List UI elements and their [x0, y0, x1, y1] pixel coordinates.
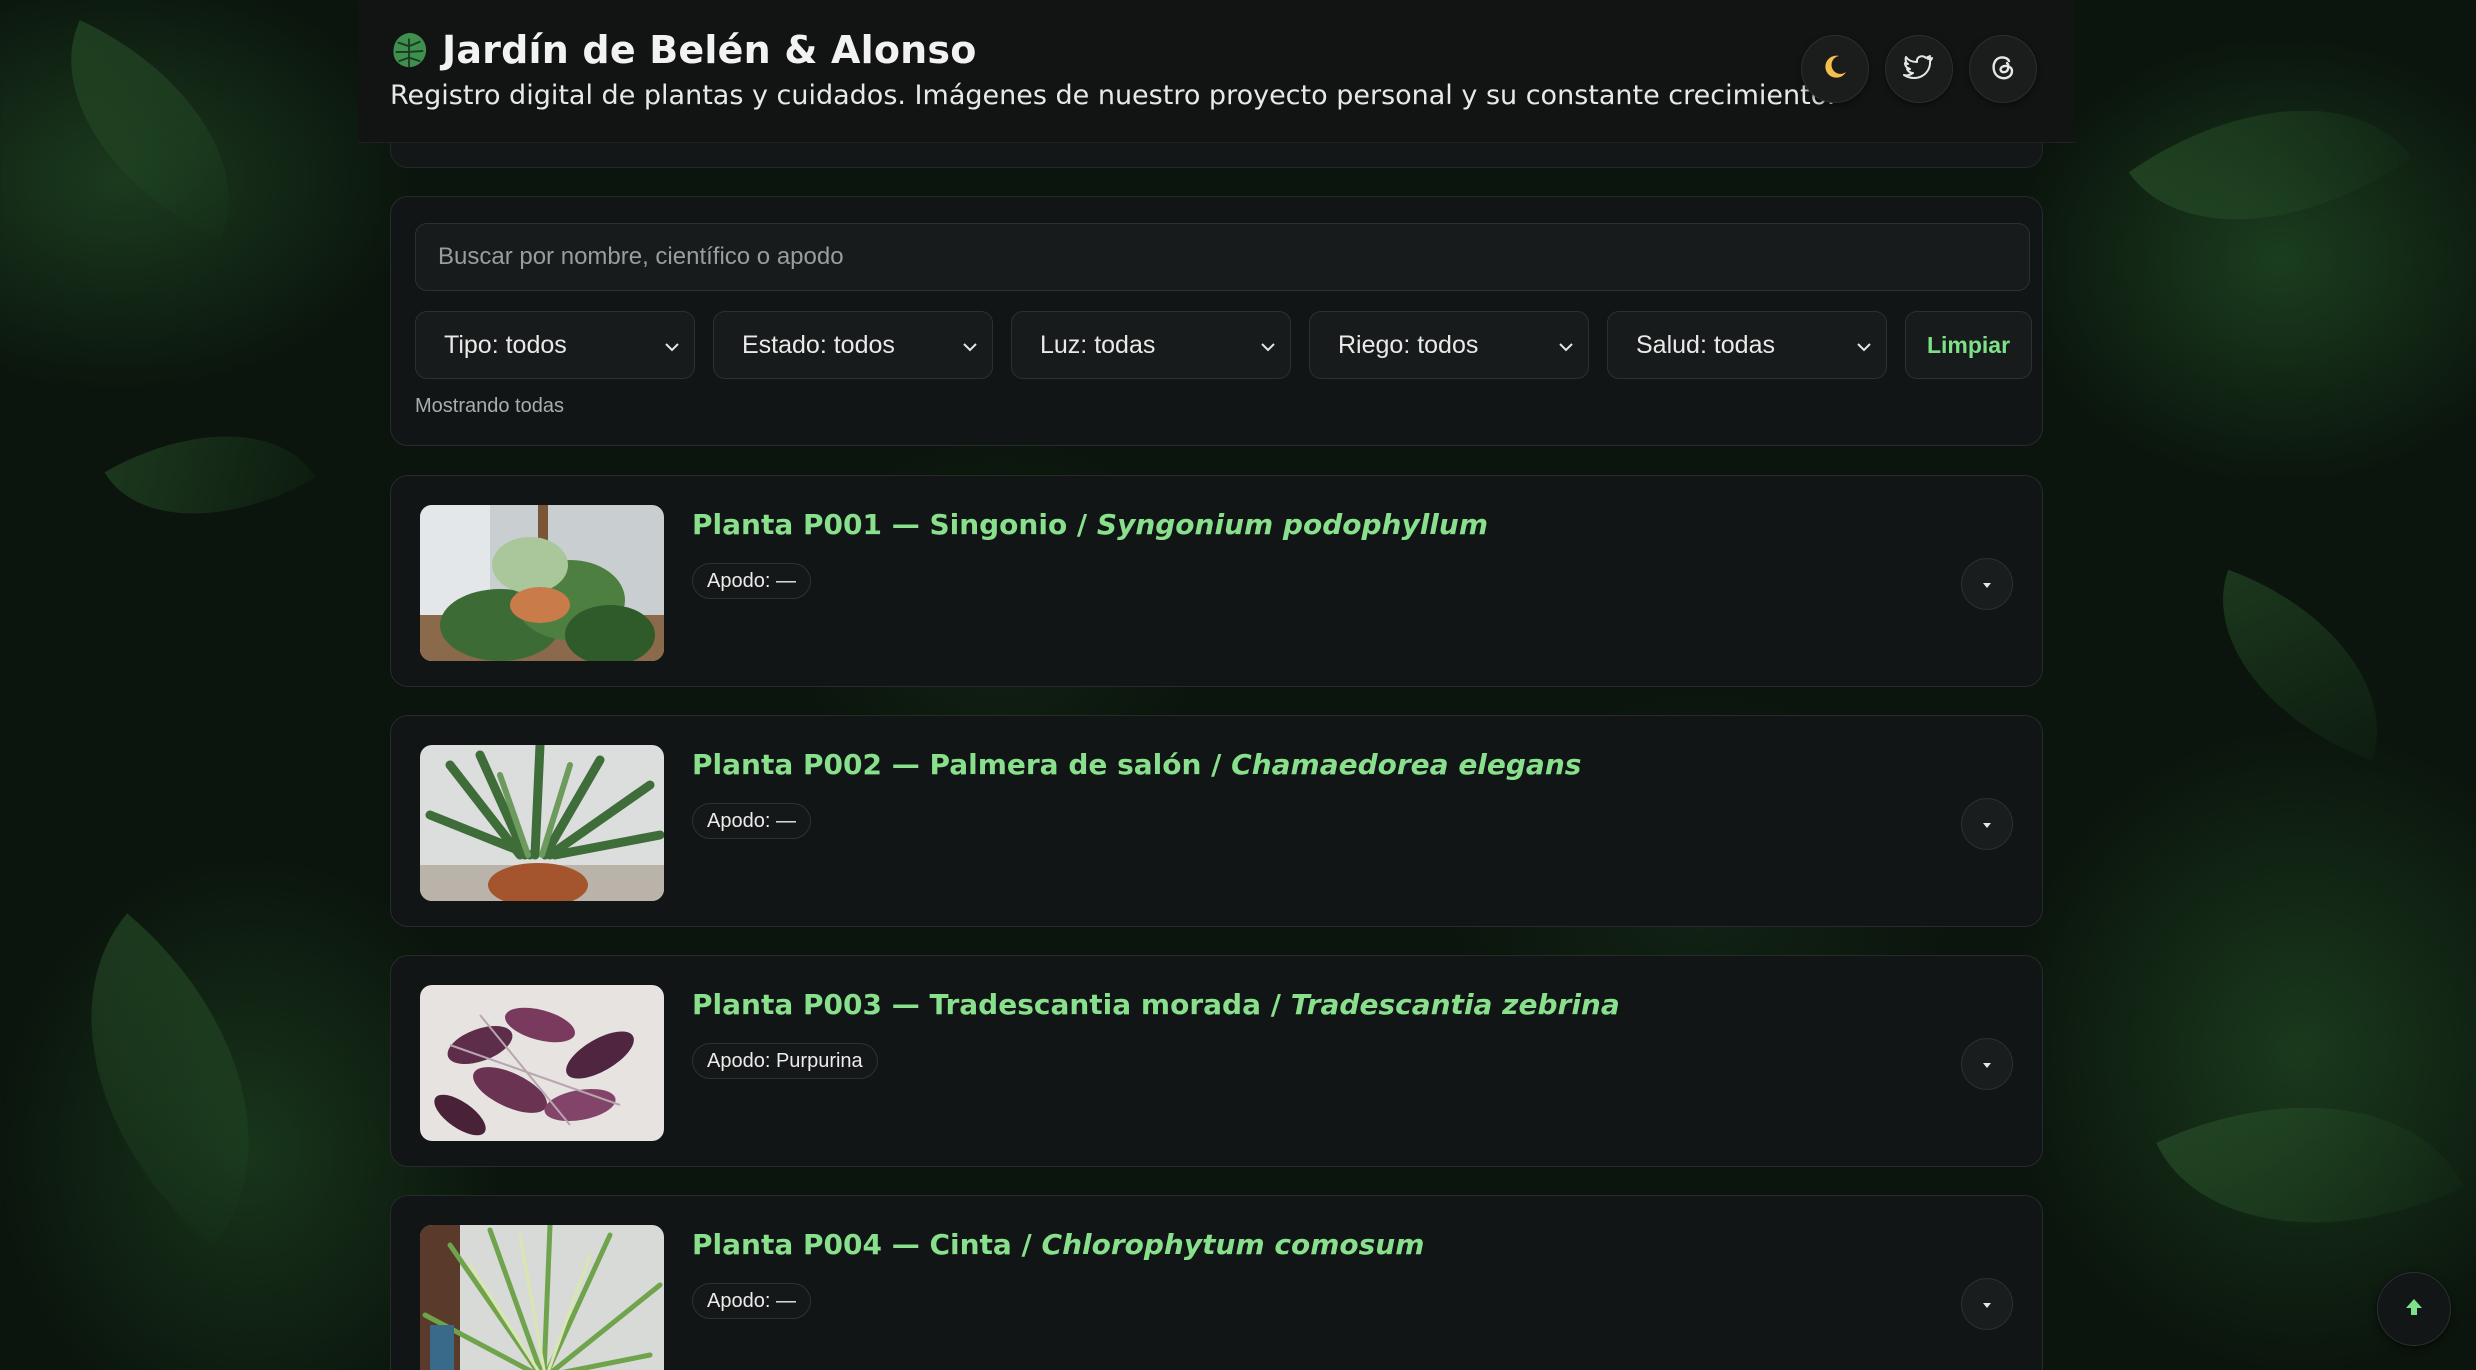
chevron-down-icon: [1558, 331, 1574, 360]
scroll-to-top-button[interactable]: [2377, 1272, 2451, 1346]
caret-down-icon: [1980, 815, 1994, 834]
filter-watering-select[interactable]: Riego: todos: [1309, 311, 1589, 379]
threads-icon: [1988, 52, 2018, 86]
select-label: Salud: todas: [1636, 330, 1775, 359]
threads-button[interactable]: [1969, 35, 2037, 103]
select-label: Riego: todos: [1338, 330, 1479, 359]
search-input[interactable]: [415, 223, 2030, 291]
filter-panel: Tipo: todos Estado: todos Luz: todas Rie…: [390, 196, 2043, 446]
plant-photo: [420, 985, 664, 1141]
plant-photo: [420, 505, 664, 661]
chevron-down-icon: [962, 331, 978, 360]
plant-title: Planta P001 — Singonio / Syngonium podop…: [692, 508, 1488, 541]
twitter-icon: [1903, 52, 1935, 86]
plant-name: Planta P001 — Singonio /: [692, 508, 1097, 541]
plant-title: Planta P003 — Tradescantia morada / Trad…: [692, 988, 1620, 1021]
caret-down-icon: [1980, 1295, 1994, 1314]
background-leaf: [104, 382, 316, 568]
plant-scientific-name: Tradescantia zebrina: [1290, 988, 1620, 1021]
background-leaf: [2183, 569, 2417, 761]
nickname-chip: Apodo: Purpurina: [692, 1043, 878, 1079]
header-actions: [1801, 35, 2037, 103]
caret-down-icon: [1980, 575, 1994, 594]
filter-selects: Tipo: todos Estado: todos Luz: todas Rie…: [415, 311, 2032, 379]
chevron-down-icon: [1260, 331, 1276, 360]
plant-card[interactable]: Planta P002 — Palmera de salón / Chamaed…: [390, 715, 2043, 927]
theme-toggle-button[interactable]: [1801, 35, 1869, 103]
background-leaf: [2128, 34, 2412, 296]
clear-filters-button[interactable]: Limpiar: [1905, 311, 2032, 379]
expand-button[interactable]: [1961, 1278, 2013, 1330]
filter-status-select[interactable]: Estado: todos: [713, 311, 993, 379]
moon-icon: [1820, 52, 1850, 86]
plant-scientific-name: Syngonium podophyllum: [1096, 508, 1489, 541]
plant-name: Planta P004 — Cinta /: [692, 1228, 1042, 1261]
plant-photo: [420, 745, 664, 901]
filter-light-select[interactable]: Luz: todas: [1011, 311, 1291, 379]
plant-title: Planta P002 — Palmera de salón / Chamaed…: [692, 748, 1581, 781]
background-leaf: [0, 913, 342, 1247]
plant-title: Planta P004 — Cinta / Chlorophytum comos…: [692, 1228, 1424, 1261]
twitter-button[interactable]: [1885, 35, 1953, 103]
background-leaf: [20, 20, 280, 240]
plant-scientific-name: Chlorophytum comosum: [1041, 1228, 1425, 1261]
plant-card[interactable]: Planta P001 — Singonio / Syngonium podop…: [390, 475, 2043, 687]
chevron-down-icon: [1856, 331, 1872, 360]
plant-photo: [420, 1225, 664, 1370]
title-row: Jardín de Belén & Alonso: [390, 28, 977, 72]
filter-health-select[interactable]: Salud: todas: [1607, 311, 1887, 379]
caret-down-icon: [1980, 1055, 1994, 1074]
plant-card[interactable]: Planta P004 — Cinta / Chlorophytum comos…: [390, 1195, 2043, 1370]
plant-card[interactable]: Planta P003 — Tradescantia morada / Trad…: [390, 955, 2043, 1167]
arrow-up-icon: [2403, 1296, 2425, 1322]
site-header: Jardín de Belén & Alonso Registro digita…: [358, 0, 2075, 143]
expand-button[interactable]: [1961, 1038, 2013, 1090]
background-leaf: [2156, 1033, 2464, 1297]
select-label: Luz: todas: [1040, 330, 1156, 359]
select-label: Estado: todos: [742, 330, 895, 359]
nickname-chip: Apodo: —: [692, 1283, 811, 1319]
chevron-down-icon: [664, 331, 680, 360]
expand-button[interactable]: [1961, 558, 2013, 610]
filter-type-select[interactable]: Tipo: todos: [415, 311, 695, 379]
expand-button[interactable]: [1961, 798, 2013, 850]
select-label: Tipo: todos: [444, 330, 567, 359]
nickname-chip: Apodo: —: [692, 563, 811, 599]
monstera-leaf-icon: [390, 31, 428, 69]
plant-name: Planta P002 — Palmera de salón /: [692, 748, 1232, 781]
site-subtitle: Registro digital de plantas y cuidados. …: [390, 80, 1836, 111]
plant-name: Planta P003 — Tradescantia morada /: [692, 988, 1291, 1021]
results-status: Mostrando todas: [415, 395, 564, 417]
site-title: Jardín de Belén & Alonso: [442, 28, 977, 72]
nickname-chip: Apodo: —: [692, 803, 811, 839]
plant-scientific-name: Chamaedorea elegans: [1231, 748, 1582, 781]
